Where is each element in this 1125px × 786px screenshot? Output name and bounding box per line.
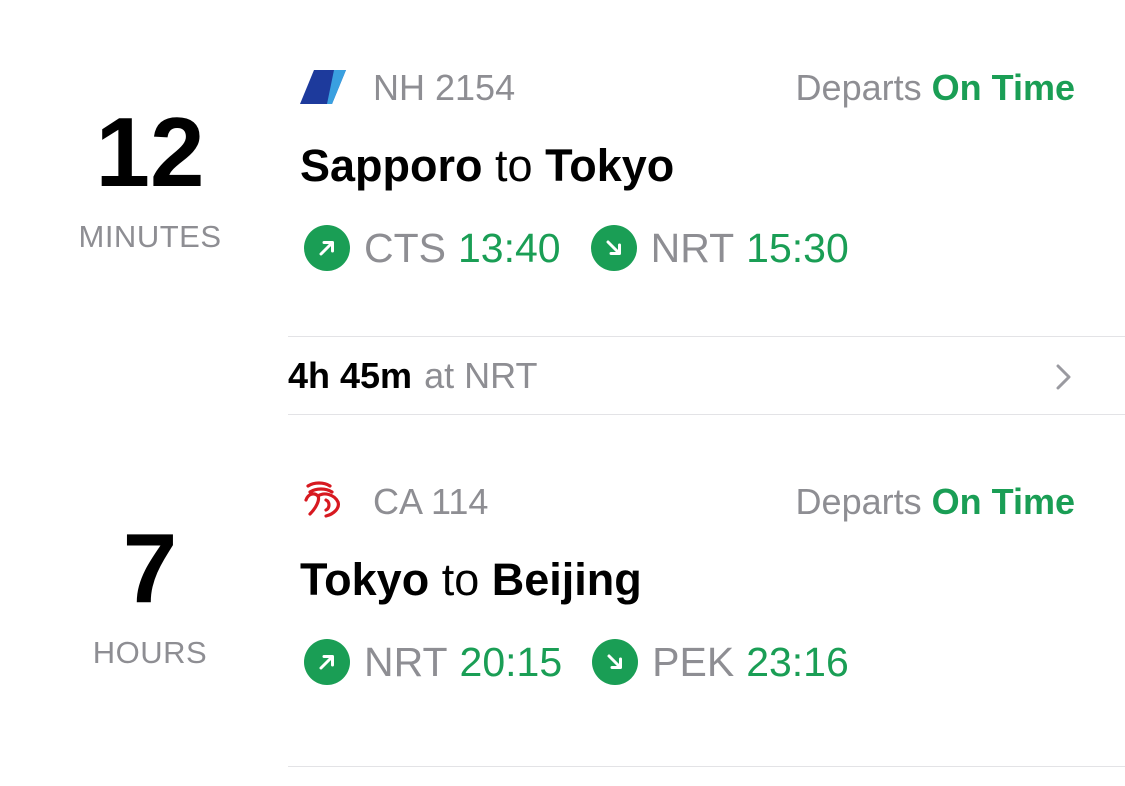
route-to-word: to	[495, 140, 533, 191]
origin-city: Sapporo	[300, 140, 483, 191]
departure-time: 20:15	[459, 639, 563, 685]
arrival-time: 23:16	[746, 639, 849, 685]
arrival-airport-code: NRT	[650, 225, 735, 271]
flight-times: CTS 13:40 NRT 15:30	[304, 224, 849, 272]
countdown: 12 MINUTES	[0, 103, 300, 255]
origin-city: Tokyo	[300, 554, 430, 605]
layover-location: at NRT	[424, 354, 538, 396]
departure-airport-code: NRT	[364, 639, 448, 685]
flight-status: Departs On Time	[796, 68, 1075, 108]
flight-times: NRT 20:15 PEK 23:16	[304, 638, 849, 686]
status-label: Departs	[795, 481, 922, 522]
layover-row[interactable]: 4h 45m at NRT	[288, 337, 1125, 414]
chevron-right-icon	[1056, 364, 1071, 390]
departure-arrow-icon	[304, 639, 350, 685]
destination-city: Tokyo	[545, 140, 675, 191]
status-label: Departs	[795, 67, 922, 108]
arrival-arrow-icon	[592, 639, 639, 685]
route-title: Tokyo to Beijing	[300, 553, 642, 607]
departure-arrow-icon	[304, 225, 350, 271]
departure-airport-code: CTS	[364, 225, 446, 271]
flight-number: NH 2154	[373, 67, 516, 108]
countdown: 7 HOURS	[0, 519, 300, 671]
departure-leg: CTS 13:40	[304, 224, 561, 272]
divider	[288, 766, 1125, 767]
status-value: On Time	[931, 67, 1075, 108]
divider	[288, 414, 1125, 415]
countdown-value: 7	[122, 513, 178, 623]
ana-logo-icon	[300, 70, 346, 104]
countdown-unit: HOURS	[92, 635, 208, 670]
air-china-logo-icon	[304, 481, 340, 518]
arrival-arrow-icon	[590, 225, 637, 271]
departure-leg: NRT 20:15	[304, 638, 562, 686]
arrival-airport-code: PEK	[652, 639, 735, 685]
flight-number: CA 114	[373, 481, 489, 522]
flight-status: Departs On Time	[796, 482, 1075, 522]
countdown-value: 12	[95, 97, 205, 207]
destination-city: Beijing	[491, 554, 642, 605]
status-value: On Time	[931, 481, 1075, 522]
arrival-leg: NRT 15:30	[590, 224, 849, 272]
route-to-word: to	[441, 554, 480, 605]
layover-duration: 4h 45m	[288, 354, 413, 396]
departure-time: 13:40	[458, 225, 561, 271]
arrival-leg: PEK 23:16	[592, 638, 849, 686]
arrival-time: 15:30	[746, 225, 849, 271]
countdown-unit: MINUTES	[78, 219, 222, 254]
route-title: Sapporo to Tokyo	[300, 139, 674, 193]
